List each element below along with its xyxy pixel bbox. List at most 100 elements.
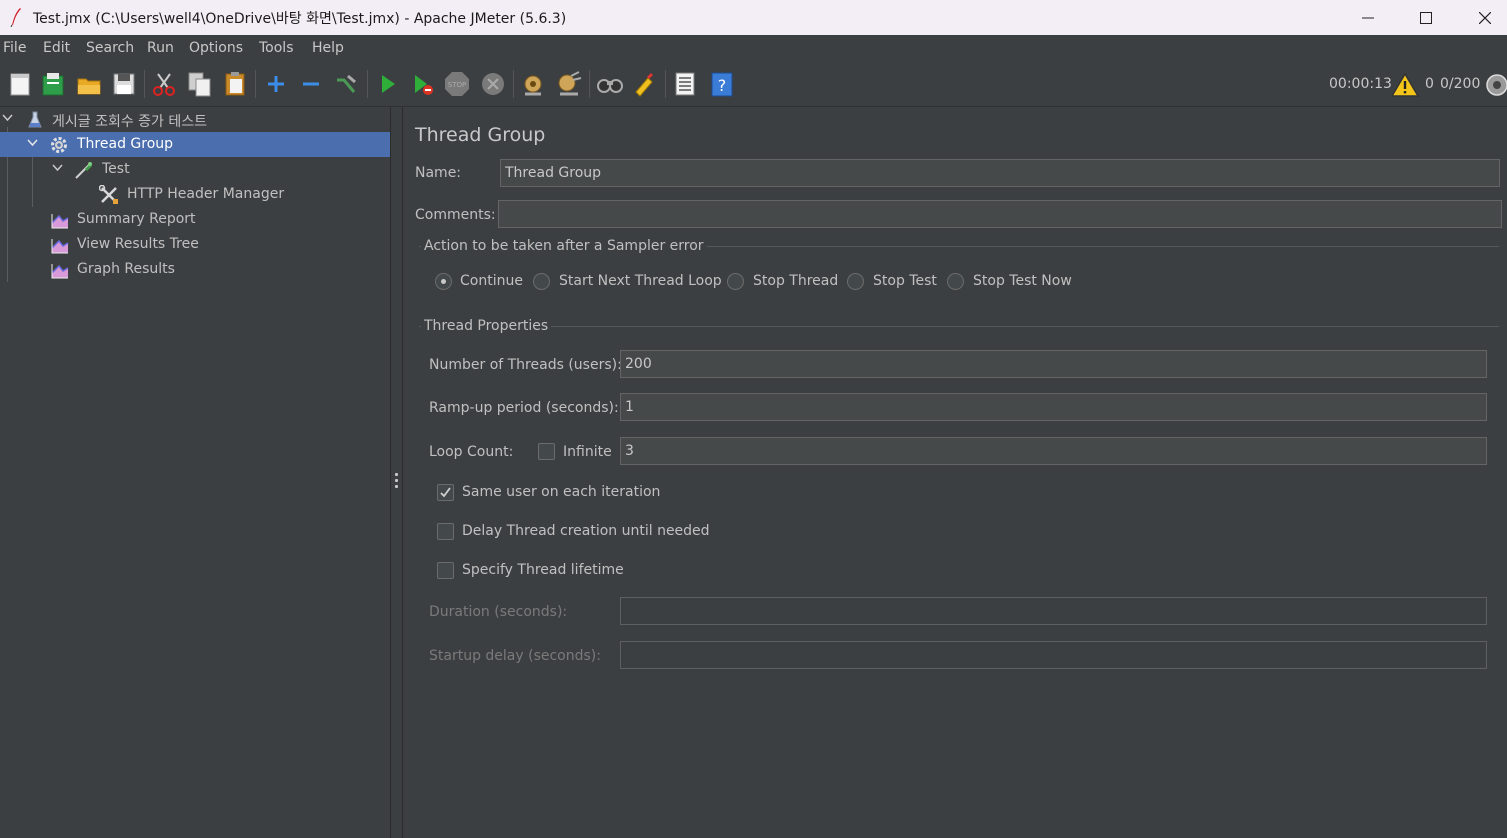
collapse-icon <box>303 82 319 86</box>
clear-all-button[interactable] <box>555 70 583 98</box>
tree-item-http-header-manager[interactable]: HTTP Header Manager <box>0 182 390 207</box>
clear-all-icon <box>558 71 582 96</box>
minimize-button[interactable] <box>1339 0 1397 35</box>
name-label: Name: <box>415 165 462 181</box>
split-pane-divider[interactable] <box>391 107 403 838</box>
menu-file[interactable]: File <box>3 40 26 56</box>
group-border <box>419 326 1499 327</box>
start-no-pause-icon <box>415 75 433 95</box>
minimize-icon <box>1362 17 1374 18</box>
paste-button[interactable] <box>221 70 249 98</box>
close-button[interactable] <box>1456 0 1507 35</box>
svg-text:?: ? <box>718 76 727 95</box>
tree-item-view-results-tree[interactable]: View Results Tree <box>0 232 390 257</box>
new-icon <box>10 73 30 96</box>
menu-options[interactable]: Options <box>189 40 243 56</box>
tree-item-summary-report[interactable]: Summary Report <box>0 207 390 232</box>
config-tools-icon <box>99 185 118 204</box>
maximize-button[interactable] <box>1397 0 1455 35</box>
function-helper-button[interactable] <box>671 70 699 98</box>
listener-chart-icon <box>51 239 69 254</box>
same-user-checkbox[interactable] <box>437 484 454 501</box>
menu-run[interactable]: Run <box>147 40 174 56</box>
delay-thread-checkbox[interactable] <box>437 523 454 540</box>
tree-item-graph-results[interactable]: Graph Results <box>0 257 390 282</box>
checkmark-icon <box>440 487 451 498</box>
loop-count-field[interactable] <box>620 437 1487 465</box>
infinite-checkbox[interactable] <box>538 443 555 460</box>
start-button[interactable] <box>374 70 402 98</box>
clear-icon <box>524 75 542 96</box>
copy-button[interactable] <box>186 70 214 98</box>
collapse-button[interactable] <box>297 70 325 98</box>
save-icon <box>113 73 135 95</box>
elapsed-time: 00:00:13 <box>1329 76 1392 92</box>
tree-item-label: Summary Report <box>77 211 196 227</box>
tree-item-test-plan[interactable]: 게시글 조회수 증가 테스트 <box>0 107 390 132</box>
thread-lifetime-label: Specify Thread lifetime <box>462 562 624 578</box>
new-button[interactable] <box>6 70 34 98</box>
comments-field[interactable] <box>498 200 1502 228</box>
menu-search[interactable]: Search <box>86 40 134 56</box>
rampup-field[interactable] <box>620 393 1487 421</box>
chevron-down-icon[interactable] <box>2 114 13 122</box>
stop-test-now-radio[interactable] <box>947 273 964 290</box>
same-user-label: Same user on each iteration <box>462 484 661 500</box>
tree-item-test[interactable]: Test <box>0 157 390 182</box>
stop-test-now-label: Stop Test Now <box>973 273 1072 289</box>
warning-icon[interactable] <box>1391 72 1419 98</box>
shutdown-button[interactable] <box>479 70 507 98</box>
expand-icon <box>268 76 284 92</box>
paste-icon <box>225 72 245 96</box>
menu-edit[interactable]: Edit <box>43 40 70 56</box>
continue-label: Continue <box>460 273 523 289</box>
shutdown-icon <box>482 73 504 95</box>
start-next-loop-label: Start Next Thread Loop <box>559 273 722 289</box>
menu-bar: File Edit Search Run Options Tools Help <box>0 35 1507 62</box>
error-action-group-title: Action to be taken after a Sampler error <box>421 238 707 254</box>
continue-radio[interactable] <box>435 273 452 290</box>
reset-search-button[interactable] <box>630 70 658 98</box>
thread-globe-icon <box>1486 74 1507 96</box>
startup-delay-field[interactable] <box>620 641 1487 669</box>
stop-button[interactable]: STOP <box>443 70 471 98</box>
open-icon <box>77 78 101 95</box>
copy-icon <box>188 72 211 97</box>
cut-button[interactable] <box>150 70 178 98</box>
save-button[interactable] <box>110 70 138 98</box>
help-button[interactable]: ? <box>708 70 736 98</box>
comments-label: Comments: <box>415 207 496 223</box>
clear-button[interactable] <box>519 70 547 98</box>
chevron-down-icon[interactable] <box>27 139 38 147</box>
open-button[interactable] <box>75 70 103 98</box>
expand-button[interactable] <box>262 70 290 98</box>
menu-tools[interactable]: Tools <box>259 40 294 56</box>
start-no-pause-button[interactable] <box>409 70 437 98</box>
duration-field[interactable] <box>620 597 1487 625</box>
toggle-button[interactable] <box>332 70 360 98</box>
warning-count: 0 <box>1425 76 1434 92</box>
thread-lifetime-checkbox[interactable] <box>437 562 454 579</box>
stop-icon: STOP <box>445 72 469 96</box>
duration-label: Duration (seconds): <box>429 604 568 620</box>
stop-thread-radio[interactable] <box>727 273 744 290</box>
templates-icon <box>42 73 64 96</box>
stop-test-radio[interactable] <box>847 273 864 290</box>
start-next-loop-radio[interactable] <box>533 273 550 290</box>
tree-item-label: View Results Tree <box>77 236 199 252</box>
listener-chart-icon <box>51 214 69 229</box>
templates-button[interactable] <box>39 70 67 98</box>
chevron-down-icon[interactable] <box>52 164 63 172</box>
help-icon: ? <box>711 72 733 97</box>
cut-icon <box>153 73 175 96</box>
drag-handle-icon <box>395 473 398 491</box>
name-field[interactable] <box>500 159 1500 187</box>
stop-test-label: Stop Test <box>873 273 937 289</box>
search-icon <box>597 79 623 93</box>
threads-field[interactable] <box>620 350 1487 378</box>
menu-help[interactable]: Help <box>312 40 344 56</box>
search-button[interactable] <box>596 70 624 98</box>
start-icon <box>382 75 395 93</box>
tree-item-thread-group[interactable]: Thread Group <box>0 132 390 157</box>
toolbar: STOP ? 00:00:13 0 0/200 <box>0 62 1507 107</box>
